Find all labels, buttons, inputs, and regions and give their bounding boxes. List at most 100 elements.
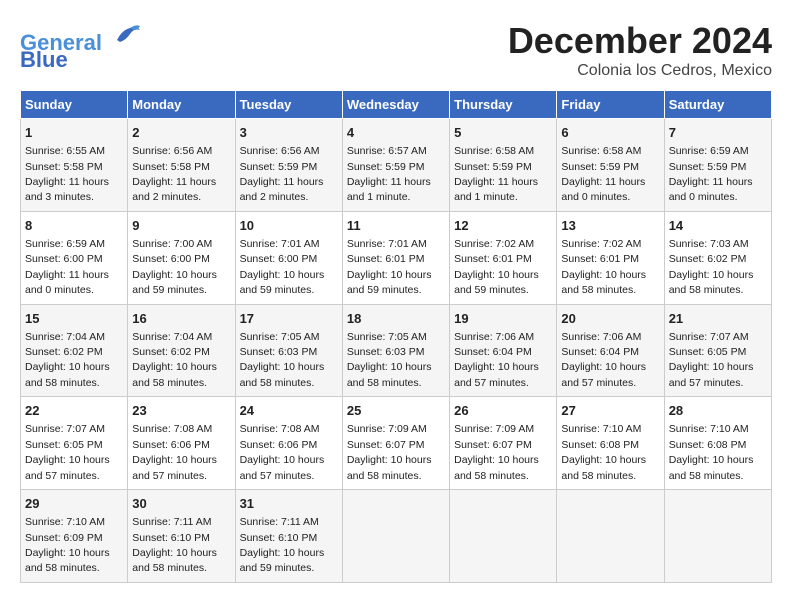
location-title: Colonia los Cedros, Mexico [508, 62, 772, 80]
calendar-week-row: 1 Sunrise: 6:55 AMSunset: 5:58 PMDaylight… [21, 119, 772, 212]
day-number: 25 [347, 402, 445, 420]
calendar-table: SundayMondayTuesdayWednesdayThursdayFrid… [20, 90, 772, 583]
title-block: December 2024 Colonia los Cedros, Mexico [508, 20, 772, 80]
day-info: Sunrise: 7:09 AMSunset: 6:07 PMDaylight:… [454, 423, 539, 481]
weekday-header-sunday: Sunday [21, 91, 128, 119]
day-number: 26 [454, 402, 552, 420]
day-info: Sunrise: 7:06 AMSunset: 6:04 PMDaylight:… [454, 331, 539, 389]
calendar-cell: 14 Sunrise: 7:03 AMSunset: 6:02 PMDayligh… [664, 211, 771, 304]
day-number: 4 [347, 124, 445, 142]
calendar-cell: 4 Sunrise: 6:57 AMSunset: 5:59 PMDaylight… [342, 119, 449, 212]
calendar-cell: 21Sunrise: 7:07 AMSunset: 6:05 PMDayligh… [664, 304, 771, 397]
calendar-cell: 27Sunrise: 7:10 AMSunset: 6:08 PMDayligh… [557, 397, 664, 490]
day-info: Sunrise: 7:01 AMSunset: 6:00 PMDaylight:… [240, 238, 325, 296]
day-info: Sunrise: 6:58 AMSunset: 5:59 PMDaylight:… [454, 145, 538, 203]
day-info: Sunrise: 7:08 AMSunset: 6:06 PMDaylight:… [240, 423, 325, 481]
calendar-cell [664, 490, 771, 583]
day-number: 31 [240, 495, 338, 513]
calendar-cell: 16 Sunrise: 7:04 AMSunset: 6:02 PMDayligh… [128, 304, 235, 397]
calendar-cell: 10Sunrise: 7:01 AMSunset: 6:00 PMDayligh… [235, 211, 342, 304]
calendar-cell: 28 Sunrise: 7:10 AMSunset: 6:08 PMDayligh… [664, 397, 771, 490]
day-number: 1 [25, 124, 123, 142]
calendar-cell: 29 Sunrise: 7:10 AMSunset: 6:09 PMDayligh… [21, 490, 128, 583]
calendar-cell: 31Sunrise: 7:11 AMSunset: 6:10 PMDayligh… [235, 490, 342, 583]
day-number: 2 [132, 124, 230, 142]
day-info: Sunrise: 6:56 AMSunset: 5:59 PMDaylight:… [240, 145, 324, 203]
calendar-cell: 19 Sunrise: 7:06 AMSunset: 6:04 PMDayligh… [450, 304, 557, 397]
calendar-cell: 30 Sunrise: 7:11 AMSunset: 6:10 PMDayligh… [128, 490, 235, 583]
calendar-cell: 1 Sunrise: 6:55 AMSunset: 5:58 PMDaylight… [21, 119, 128, 212]
day-number: 17 [240, 310, 338, 328]
calendar-cell: 25Sunrise: 7:09 AMSunset: 6:07 PMDayligh… [342, 397, 449, 490]
day-number: 12 [454, 217, 552, 235]
day-number: 18 [347, 310, 445, 328]
day-number: 16 [132, 310, 230, 328]
calendar-cell: 18 Sunrise: 7:05 AMSunset: 6:03 PMDayligh… [342, 304, 449, 397]
weekday-header-thursday: Thursday [450, 91, 557, 119]
day-info: Sunrise: 7:10 AMSunset: 6:09 PMDaylight:… [25, 516, 110, 574]
day-number: 24 [240, 402, 338, 420]
calendar-week-row: 15 Sunrise: 7:04 AMSunset: 6:02 PMDayligh… [21, 304, 772, 397]
day-number: 11 [347, 217, 445, 235]
day-info: Sunrise: 7:00 AMSunset: 6:00 PMDaylight:… [132, 238, 217, 296]
day-number: 30 [132, 495, 230, 513]
day-info: Sunrise: 6:57 AMSunset: 5:59 PMDaylight:… [347, 145, 431, 203]
calendar-cell: 20 Sunrise: 7:06 AMSunset: 6:04 PMDayligh… [557, 304, 664, 397]
weekday-header-row: SundayMondayTuesdayWednesdayThursdayFrid… [21, 91, 772, 119]
day-number: 7 [669, 124, 767, 142]
calendar-cell: 15 Sunrise: 7:04 AMSunset: 6:02 PMDayligh… [21, 304, 128, 397]
calendar-week-row: 8Sunrise: 6:59 AMSunset: 6:00 PMDaylight… [21, 211, 772, 304]
day-number: 9 [132, 217, 230, 235]
day-info: Sunrise: 7:02 AMSunset: 6:01 PMDaylight:… [561, 238, 646, 296]
day-info: Sunrise: 7:05 AMSunset: 6:03 PMDaylight:… [347, 331, 432, 389]
day-info: Sunrise: 7:04 AMSunset: 6:02 PMDaylight:… [25, 331, 110, 389]
calendar-week-row: 22Sunrise: 7:07 AMSunset: 6:05 PMDayligh… [21, 397, 772, 490]
day-info: Sunrise: 7:04 AMSunset: 6:02 PMDaylight:… [132, 331, 217, 389]
header: General Blue December 2024 Colonia los C… [20, 20, 772, 80]
day-number: 3 [240, 124, 338, 142]
calendar-cell: 7 Sunrise: 6:59 AMSunset: 5:59 PMDaylight… [664, 119, 771, 212]
day-number: 15 [25, 310, 123, 328]
calendar-cell: 23Sunrise: 7:08 AMSunset: 6:06 PMDayligh… [128, 397, 235, 490]
day-info: Sunrise: 6:55 AMSunset: 5:58 PMDaylight:… [25, 145, 109, 203]
day-info: Sunrise: 6:59 AMSunset: 6:00 PMDaylight:… [25, 238, 109, 296]
calendar-week-row: 29 Sunrise: 7:10 AMSunset: 6:09 PMDayligh… [21, 490, 772, 583]
day-info: Sunrise: 6:56 AMSunset: 5:58 PMDaylight:… [132, 145, 216, 203]
day-info: Sunrise: 7:11 AMSunset: 6:10 PMDaylight:… [132, 516, 217, 574]
month-title: December 2024 [508, 20, 772, 62]
day-info: Sunrise: 6:59 AMSunset: 5:59 PMDaylight:… [669, 145, 753, 203]
day-number: 22 [25, 402, 123, 420]
day-info: Sunrise: 7:02 AMSunset: 6:01 PMDaylight:… [454, 238, 539, 296]
day-number: 20 [561, 310, 659, 328]
day-info: Sunrise: 6:58 AMSunset: 5:59 PMDaylight:… [561, 145, 645, 203]
calendar-cell: 13Sunrise: 7:02 AMSunset: 6:01 PMDayligh… [557, 211, 664, 304]
day-info: Sunrise: 7:06 AMSunset: 6:04 PMDaylight:… [561, 331, 646, 389]
calendar-cell [342, 490, 449, 583]
day-info: Sunrise: 7:10 AMSunset: 6:08 PMDaylight:… [669, 423, 754, 481]
calendar-cell [450, 490, 557, 583]
calendar-cell: 11 Sunrise: 7:01 AMSunset: 6:01 PMDayligh… [342, 211, 449, 304]
day-info: Sunrise: 7:08 AMSunset: 6:06 PMDaylight:… [132, 423, 217, 481]
day-number: 21 [669, 310, 767, 328]
calendar-cell: 17 Sunrise: 7:05 AMSunset: 6:03 PMDayligh… [235, 304, 342, 397]
day-info: Sunrise: 7:03 AMSunset: 6:02 PMDaylight:… [669, 238, 754, 296]
day-number: 5 [454, 124, 552, 142]
calendar-cell: 12 Sunrise: 7:02 AMSunset: 6:01 PMDayligh… [450, 211, 557, 304]
day-info: Sunrise: 7:05 AMSunset: 6:03 PMDaylight:… [240, 331, 325, 389]
calendar-cell: 22Sunrise: 7:07 AMSunset: 6:05 PMDayligh… [21, 397, 128, 490]
day-number: 14 [669, 217, 767, 235]
day-number: 28 [669, 402, 767, 420]
day-number: 29 [25, 495, 123, 513]
calendar-cell: 6 Sunrise: 6:58 AMSunset: 5:59 PMDaylight… [557, 119, 664, 212]
weekday-header-saturday: Saturday [664, 91, 771, 119]
weekday-header-friday: Friday [557, 91, 664, 119]
weekday-header-monday: Monday [128, 91, 235, 119]
calendar-cell: 2 Sunrise: 6:56 AMSunset: 5:58 PMDaylight… [128, 119, 235, 212]
calendar-cell: 26 Sunrise: 7:09 AMSunset: 6:07 PMDayligh… [450, 397, 557, 490]
day-info: Sunrise: 7:01 AMSunset: 6:01 PMDaylight:… [347, 238, 432, 296]
calendar-cell [557, 490, 664, 583]
calendar-cell: 9 Sunrise: 7:00 AMSunset: 6:00 PMDaylight… [128, 211, 235, 304]
day-number: 6 [561, 124, 659, 142]
weekday-header-tuesday: Tuesday [235, 91, 342, 119]
day-number: 19 [454, 310, 552, 328]
